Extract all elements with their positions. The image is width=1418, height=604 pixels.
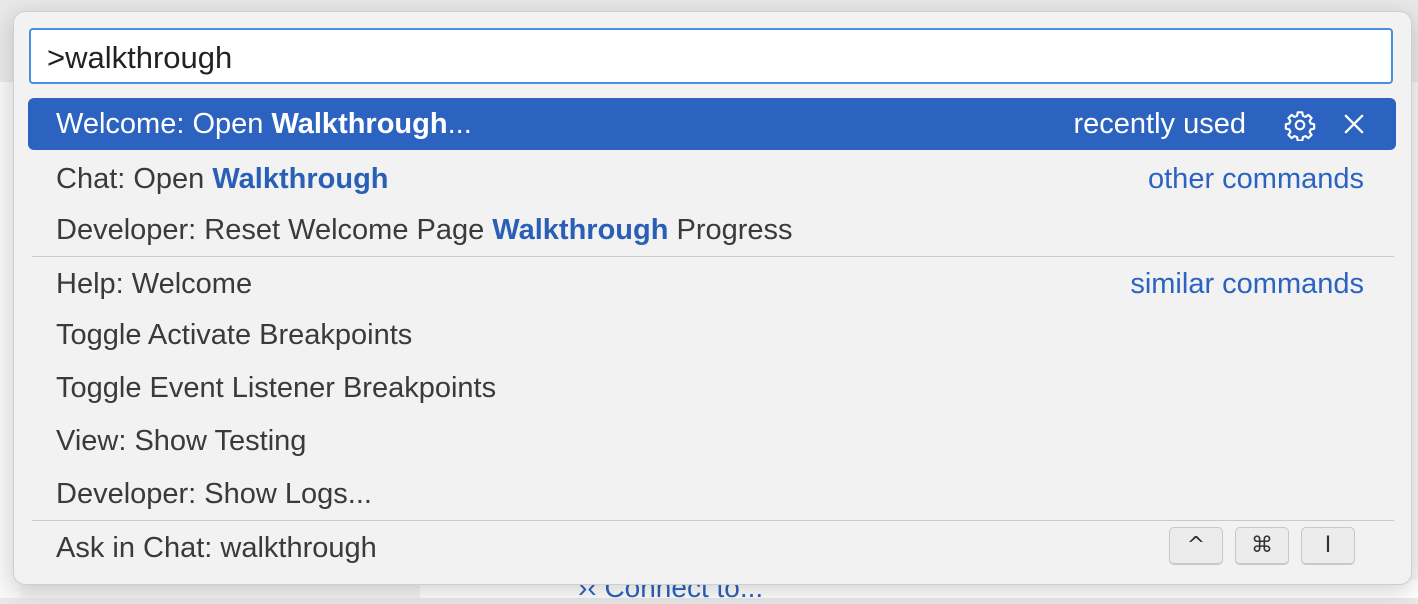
command-item-help-welcome[interactable]: Help: Welcome similar commands [28, 258, 1396, 310]
command-item-label: Chat: Open Walkthrough [56, 163, 389, 195]
command-item-chat-open-walkthrough[interactable]: Chat: Open Walkthrough other commands [28, 153, 1396, 205]
command-search-input[interactable] [45, 38, 1369, 78]
key-cmd: ⌘ [1235, 527, 1289, 565]
command-item-developer-show-logs[interactable]: Developer: Show Logs... [28, 468, 1396, 520]
command-item-view-show-testing[interactable]: View: Show Testing [28, 415, 1396, 467]
command-item-label: Toggle Activate Breakpoints [56, 319, 413, 351]
command-item-label: Help: Welcome [56, 268, 253, 300]
gear-icon[interactable] [1284, 109, 1316, 141]
command-item-label: Ask in Chat: walkthrough [56, 532, 377, 564]
group-label-similar-commands: similar commands [1130, 268, 1364, 300]
command-item-label: Welcome: Open Walkthrough... [56, 108, 472, 140]
command-item-label: Developer: Show Logs... [56, 478, 372, 510]
command-item-label: Developer: Reset Welcome Page Walkthroug… [56, 214, 793, 246]
group-label-other-commands: other commands [1148, 163, 1364, 195]
command-item-label: View: Show Testing [56, 425, 307, 457]
command-item-toggle-event-listener-breakpoints[interactable]: Toggle Event Listener Breakpoints [28, 362, 1396, 414]
command-input-box[interactable] [29, 28, 1393, 84]
recently-used-label: recently used [1073, 108, 1247, 140]
keybinding-hint: ^ ⌘ I [1169, 527, 1355, 565]
command-item-reset-walkthrough-progress[interactable]: Developer: Reset Welcome Page Walkthroug… [28, 204, 1396, 256]
command-item-toggle-activate-breakpoints[interactable]: Toggle Activate Breakpoints [28, 309, 1396, 361]
command-item-welcome-open-walkthrough[interactable]: Welcome: Open Walkthrough... recently us… [28, 98, 1396, 150]
group-separator [32, 256, 1394, 257]
group-separator [32, 520, 1394, 521]
key-ctrl: ^ [1169, 527, 1223, 565]
key-i: I [1301, 527, 1355, 565]
close-icon[interactable] [1340, 110, 1368, 138]
command-palette: Welcome: Open Walkthrough... recently us… [13, 11, 1412, 585]
command-item-label: Toggle Event Listener Breakpoints [56, 372, 497, 404]
